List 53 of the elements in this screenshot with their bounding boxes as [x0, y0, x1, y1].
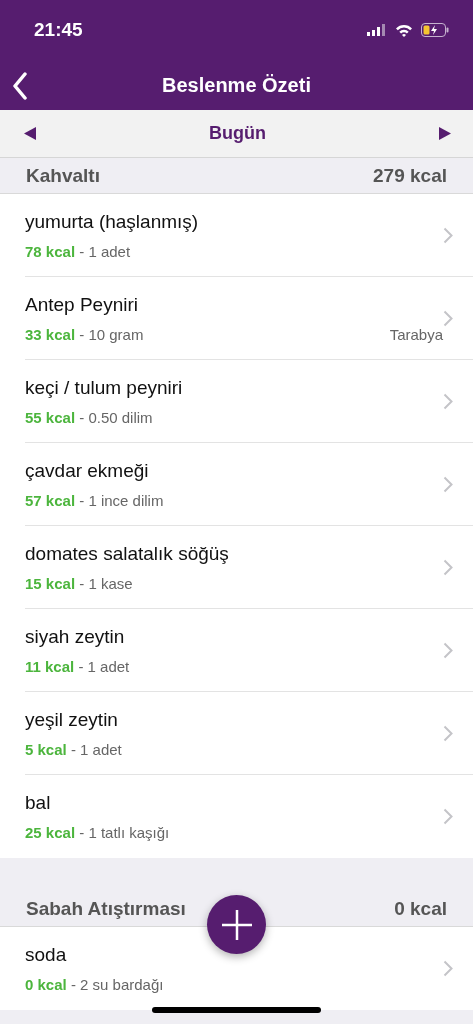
food-row[interactable]: siyah zeytin 11 kcal - 1 adet	[0, 609, 473, 692]
food-portion: 57 kcal - 1 ince dilim	[25, 491, 164, 509]
food-row[interactable]: domates salatalık söğüş 15 kcal - 1 kase	[0, 526, 473, 609]
chevron-right-icon	[443, 960, 453, 977]
food-portion: 11 kcal - 1 adet	[25, 657, 130, 675]
food-name: keçi / tulum peyniri	[25, 376, 184, 399]
wifi-icon	[395, 23, 413, 37]
food-name: domates salatalık söğüş	[25, 542, 230, 565]
status-time: 21:45	[34, 19, 83, 41]
food-portion: 33 kcal - 10 gram	[25, 325, 144, 343]
food-portion: 55 kcal - 0.50 dilim	[25, 408, 153, 426]
food-portion: 0 kcal - 2 su bardağı	[25, 976, 164, 993]
food-row[interactable]: Antep Peyniri 33 kcal - 10 gram Tarabya	[0, 277, 473, 360]
chevron-right-icon	[443, 475, 453, 493]
food-name: soda	[25, 944, 68, 966]
food-portion: 15 kcal - 1 kase	[25, 574, 133, 592]
food-row[interactable]: bal 25 kcal - 1 tatlı kaşığı	[0, 775, 473, 858]
signal-icon	[367, 24, 387, 36]
triangle-right-icon	[439, 127, 451, 140]
food-row[interactable]: keçi / tulum peyniri 55 kcal - 0.50 dilim	[0, 360, 473, 443]
meal-name: Kahvaltı	[26, 164, 100, 187]
food-brand: Tarabya	[389, 325, 443, 343]
previous-day-button[interactable]	[24, 127, 36, 140]
chevron-right-icon	[443, 724, 453, 742]
meal-total: 0 kcal	[394, 897, 447, 920]
food-row[interactable]: yumurta (haşlanmış) 78 kcal - 1 adet	[0, 194, 473, 277]
food-row[interactable]: soda 0 kcal - 2 su bardağı	[0, 927, 473, 1010]
chevron-right-icon	[443, 226, 453, 244]
food-name: siyah zeytin	[25, 625, 126, 648]
battery-charging-icon	[421, 23, 449, 37]
triangle-left-icon	[24, 127, 36, 140]
plus-icon	[220, 908, 253, 941]
food-row[interactable]: yeşil zeytin 5 kcal - 1 adet	[0, 692, 473, 775]
food-name: Antep Peyniri	[25, 293, 139, 316]
date-label: Bugün	[209, 123, 266, 144]
food-name: bal	[25, 792, 52, 814]
food-portion: 78 kcal - 1 adet	[25, 242, 131, 260]
chevron-right-icon	[443, 641, 453, 659]
chevron-right-icon	[443, 392, 453, 410]
food-name: çavdar ekmeği	[25, 459, 150, 482]
food-row[interactable]: çavdar ekmeği 57 kcal - 1 ince dilim	[0, 443, 473, 526]
chevron-right-icon	[443, 558, 453, 576]
meal-name: Sabah Atıştırması	[26, 897, 186, 920]
chevron-right-icon	[443, 808, 453, 825]
chevron-right-icon	[443, 309, 453, 327]
food-name: yeşil zeytin	[25, 708, 119, 731]
food-portion: 25 kcal - 1 tatlı kaşığı	[25, 824, 170, 841]
meal-total: 279 kcal	[373, 164, 447, 187]
food-name: yumurta (haşlanmış)	[25, 210, 200, 233]
screen-title: Beslenme Özeti	[162, 73, 311, 97]
food-portion: 5 kcal - 1 adet	[25, 740, 122, 758]
next-day-button[interactable]	[439, 127, 451, 140]
back-icon	[12, 72, 28, 100]
